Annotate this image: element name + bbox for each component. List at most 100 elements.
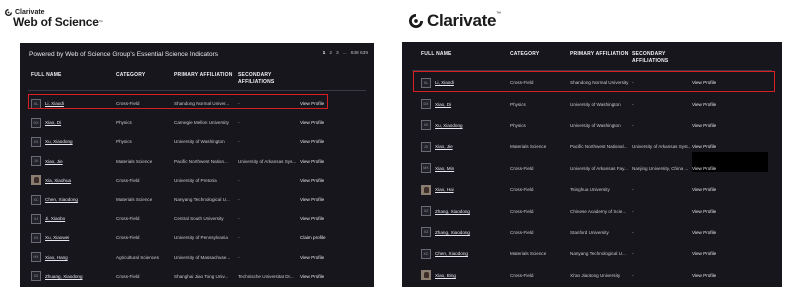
view-profile-link[interactable]: Claim profile — [300, 235, 326, 240]
category-cell: Cross-Field — [510, 229, 534, 235]
secondary-affiliation-cell: University of Arkansas Sys... — [238, 158, 297, 164]
secondary-affiliation-cell: - — [632, 229, 634, 235]
view-profile-link[interactable]: View Profile — [692, 230, 716, 235]
avatar: XC — [31, 194, 41, 205]
page-3-link[interactable]: 3 — [336, 51, 339, 56]
researcher-name-link[interactable]: Xiao, Jie — [45, 159, 63, 164]
view-profile-link[interactable]: View Profile — [692, 251, 716, 256]
header-primary-affiliation[interactable]: PRIMARY AFFILIATION — [174, 72, 238, 86]
page-last-link[interactable]: 638 639 — [351, 51, 368, 56]
view-profile-link[interactable]: View Profile — [692, 144, 716, 149]
view-profile-link[interactable]: View Profile — [692, 102, 716, 107]
view-profile-link[interactable]: View Profile — [692, 209, 716, 214]
header-secondary-affiliations[interactable]: SECONDARY AFFILIATIONS — [632, 51, 688, 65]
view-profile-link[interactable]: View Profile — [692, 123, 716, 128]
researcher-name-link[interactable]: Xiao, Hang — [45, 255, 68, 260]
secondary-affiliation-cell: Nanjing University, China ... — [632, 165, 689, 171]
category-cell: Cross-Field — [510, 208, 534, 214]
researcher-name-link[interactable]: Zhang, Xiaodong — [435, 209, 470, 214]
category-cell: Cross-Field — [116, 177, 140, 183]
header-category[interactable]: CATEGORY — [510, 51, 570, 65]
view-profile-link[interactable]: View Profile — [300, 178, 324, 183]
secondary-affiliation-cell: - — [632, 122, 634, 128]
primary-affiliation-cell: University of Pennsylvania — [174, 235, 228, 241]
view-profile-link[interactable]: View Profile — [300, 139, 324, 144]
header-full-name[interactable]: FULL NAME — [20, 72, 116, 86]
avatar: XX — [421, 120, 431, 131]
table-row: XX Xu, Xiaodong Physics University of Washi… — [20, 132, 374, 151]
avatar: XZ — [421, 227, 431, 238]
avatar: JX — [31, 156, 41, 167]
table-row: XC Chen, Xiaodong Materials Science Nanyang… — [402, 243, 782, 264]
researcher-name-link[interactable]: Ji, Xiaobo — [45, 216, 65, 221]
researcher-name-link[interactable]: Xu, Xiaowei — [45, 235, 69, 240]
avatar: HX — [31, 252, 41, 263]
researcher-name-link[interactable]: Xiao, Jie — [435, 144, 453, 149]
table-row: JX Xiao, Jie Materials Science Pacific Nort… — [20, 152, 374, 171]
researcher-name-link[interactable]: Chen, Xiaodong — [45, 197, 78, 202]
table-row: DX Xiao, Di Physics Carnegie Mellon Univers… — [20, 113, 374, 132]
name-cell: XX Xu, Xiaodong — [20, 136, 116, 147]
secondary-affiliation-cell: - — [632, 251, 634, 257]
secondary-affiliation-cell: - — [238, 177, 240, 183]
table-row: XX Xu, Xiaowei Cross-Field University of Pe… — [20, 228, 374, 247]
primary-affiliation-cell: Nanyang Technological U... — [174, 197, 230, 203]
page-1-link[interactable]: 1 — [323, 51, 326, 56]
category-cell: Cross-Field — [510, 165, 534, 171]
web-of-science-wordmark: Web of Science™ — [13, 15, 103, 29]
primary-affiliation-cell: University of Washington — [174, 139, 225, 145]
header-category[interactable]: CATEGORY — [116, 72, 174, 86]
name-cell: Xiao, Bing — [402, 270, 510, 281]
avatar: XZ — [421, 206, 431, 217]
secondary-affiliation-cell: - — [238, 254, 240, 260]
category-cell: Physics — [116, 139, 132, 145]
view-profile-link[interactable]: View Profile — [692, 187, 716, 192]
header-full-name[interactable]: FULL NAME — [402, 51, 510, 65]
secondary-affiliation-cell: University of Arkansas Syst... — [632, 144, 692, 150]
researcher-name-link[interactable]: Xiao, Di — [435, 102, 451, 107]
primary-affiliation-cell: Pacific Northwest National... — [570, 144, 628, 150]
researcher-name-link[interactable]: Xiao, Bing — [435, 273, 456, 278]
view-profile-link[interactable]: View Profile — [300, 197, 324, 202]
category-cell: Cross-Field — [116, 216, 140, 222]
header-primary-affiliation[interactable]: PRIMARY AFFILIATION — [570, 51, 632, 65]
view-profile-link[interactable]: View Profile — [300, 159, 324, 164]
avatar: XX — [31, 136, 41, 147]
researcher-name-link[interactable]: Zhang, Xiaodong — [435, 230, 470, 235]
researcher-name-link[interactable]: Xia, Xiaohua — [45, 178, 71, 183]
header-secondary-affiliations[interactable]: SECONDARY AFFILIATIONS — [238, 72, 300, 86]
name-cell: JX Xiao, Jie — [402, 141, 510, 152]
researcher-name-link[interactable]: Chen, Xiaodong — [435, 251, 468, 256]
table-row: XZ Zhang, Xiaodong Cross-Field Chinese Acad… — [402, 200, 782, 221]
researcher-name-link[interactable]: Xiao, Hai — [435, 187, 454, 192]
secondary-affiliation-cell: - — [238, 139, 240, 145]
table-header: FULL NAME CATEGORY PRIMARY AFFILIATION S… — [20, 72, 374, 86]
avatar: JX — [421, 141, 431, 152]
name-cell: XX Xu, Xiaowei — [20, 232, 116, 243]
view-profile-link[interactable]: View Profile — [300, 274, 324, 279]
category-cell: Cross-Field — [510, 187, 534, 193]
clarivate-wordmark: Clarivate™ — [427, 11, 501, 30]
view-profile-link[interactable]: View Profile — [692, 273, 716, 278]
researcher-name-link[interactable]: Xiao, Di — [45, 120, 61, 125]
pagination: 1 2 3 ... 638 639 — [323, 51, 368, 56]
table-row: JX Xiao, Jie Materials Science Pacific Nort… — [402, 136, 782, 157]
name-cell: Xia, Xiaohua — [20, 175, 116, 186]
view-profile-link[interactable]: View Profile — [300, 255, 324, 260]
researcher-name-link[interactable]: Xu, Xiaodong — [45, 139, 73, 144]
table-row: XJ Ji, Xiaobo Cross-Field Central South Uni… — [20, 209, 374, 228]
page-2-link[interactable]: 2 — [329, 51, 332, 56]
table-row: Xiao, Hai Cross-Field Tsinghua University -… — [402, 179, 782, 200]
category-cell: Materials Science — [116, 197, 153, 203]
name-cell: XC Chen, Xiaodong — [20, 194, 116, 205]
primary-affiliation-cell: Xi'an Jiaotong University — [570, 272, 621, 278]
table-row: MX Xiao, Min Cross-Field University of Arka… — [402, 158, 782, 179]
researcher-name-link[interactable]: Xu, Xiaodong — [435, 123, 463, 128]
primary-affiliation-cell: Central South University — [174, 216, 224, 222]
view-profile-link[interactable]: View Profile — [300, 216, 324, 221]
view-profile-link[interactable]: View Profile — [692, 166, 716, 171]
view-profile-link[interactable]: View Profile — [300, 120, 324, 125]
researcher-name-link[interactable]: Xiao, Min — [435, 166, 454, 171]
researcher-name-link[interactable]: Zhuang, Xiaodong — [45, 274, 83, 279]
table-row: Xia, Xiaohua Cross-Field University of Pre… — [20, 171, 374, 190]
